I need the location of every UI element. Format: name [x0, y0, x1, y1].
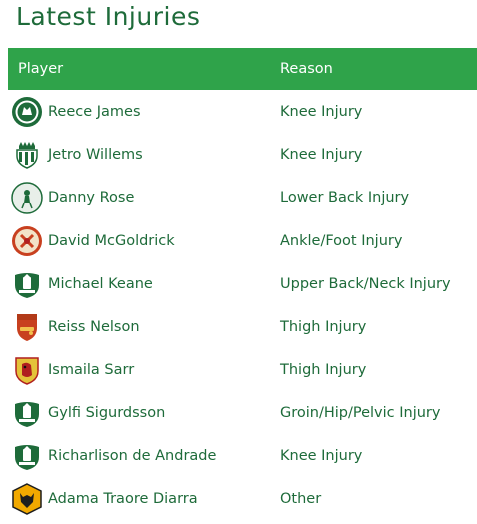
- reason-cell: Other: [280, 490, 322, 507]
- reason-cell: Upper Back/Neck Injury: [280, 275, 451, 292]
- wolves-crest-icon: [12, 482, 42, 515]
- player-name: Ismaila Sarr: [48, 361, 135, 378]
- player-name: Jetro Willems: [48, 146, 143, 163]
- injuries-table: Player Reason Reece James Knee Injury Je…: [8, 48, 477, 520]
- arsenal-crest-icon: [17, 313, 37, 341]
- everton-crest-icon: [15, 444, 39, 470]
- header-reason: Reason: [280, 61, 333, 77]
- table-row: Michael Keane Upper Back/Neck Injury: [8, 262, 477, 305]
- player-name: Adama Traore Diarra: [48, 490, 198, 507]
- table-row: Richarlison de Andrade Knee Injury: [8, 434, 477, 477]
- player-cell: Michael Keane: [8, 267, 280, 301]
- table-row: Jetro Willems Knee Injury: [8, 133, 477, 176]
- player-name: Richarlison de Andrade: [48, 447, 217, 464]
- watford-crest-icon: [15, 356, 39, 385]
- reason-cell: Thigh Injury: [280, 318, 367, 335]
- player-name: Reece James: [48, 103, 141, 120]
- player-cell: Richarlison de Andrade: [8, 439, 280, 473]
- player-cell: David McGoldrick: [8, 224, 280, 258]
- everton-crest-icon: [15, 401, 39, 427]
- reason-cell: Knee Injury: [280, 103, 363, 120]
- table-header: Player Reason: [8, 48, 477, 90]
- player-cell: Gylfi Sigurdsson: [8, 396, 280, 430]
- player-cell: Reece James: [8, 95, 280, 129]
- player-name: Gylfi Sigurdsson: [48, 404, 166, 421]
- everton-crest-icon: [15, 272, 39, 298]
- reason-cell: Ankle/Foot Injury: [280, 232, 403, 249]
- page-title: Latest Injuries: [16, 2, 201, 31]
- newcastle-crest-icon: [16, 141, 38, 169]
- table-row: Gylfi Sigurdsson Groin/Hip/Pelvic Injury: [8, 391, 477, 434]
- reason-cell: Thigh Injury: [280, 361, 367, 378]
- player-cell: Jetro Willems: [8, 138, 280, 172]
- table-row: Adama Traore Diarra Other: [8, 477, 477, 520]
- reason-cell: Lower Back Injury: [280, 189, 410, 206]
- player-cell: Adama Traore Diarra: [8, 482, 280, 516]
- player-name: Michael Keane: [48, 275, 153, 292]
- player-cell: Danny Rose: [8, 181, 280, 215]
- table-row: Reece James Knee Injury: [8, 90, 477, 133]
- table-row: Danny Rose Lower Back Injury: [8, 176, 477, 219]
- player-cell: Reiss Nelson: [8, 310, 280, 344]
- reason-cell: Knee Injury: [280, 146, 363, 163]
- table-row: David McGoldrick Ankle/Foot Injury: [8, 219, 477, 262]
- reason-cell: Knee Injury: [280, 447, 363, 464]
- table-row: Ismaila Sarr Thigh Injury: [8, 348, 477, 391]
- reason-cell: Groin/Hip/Pelvic Injury: [280, 404, 441, 421]
- table-row: Reiss Nelson Thigh Injury: [8, 305, 477, 348]
- player-cell: Ismaila Sarr: [8, 353, 280, 387]
- player-name: Reiss Nelson: [48, 318, 140, 335]
- player-name: David McGoldrick: [48, 232, 175, 249]
- sheffield-united-crest-icon: [12, 225, 42, 256]
- tottenham-crest-icon: [11, 181, 43, 214]
- chelsea-crest-icon: [12, 96, 42, 127]
- header-player: Player: [18, 61, 64, 77]
- player-name: Danny Rose: [48, 189, 135, 206]
